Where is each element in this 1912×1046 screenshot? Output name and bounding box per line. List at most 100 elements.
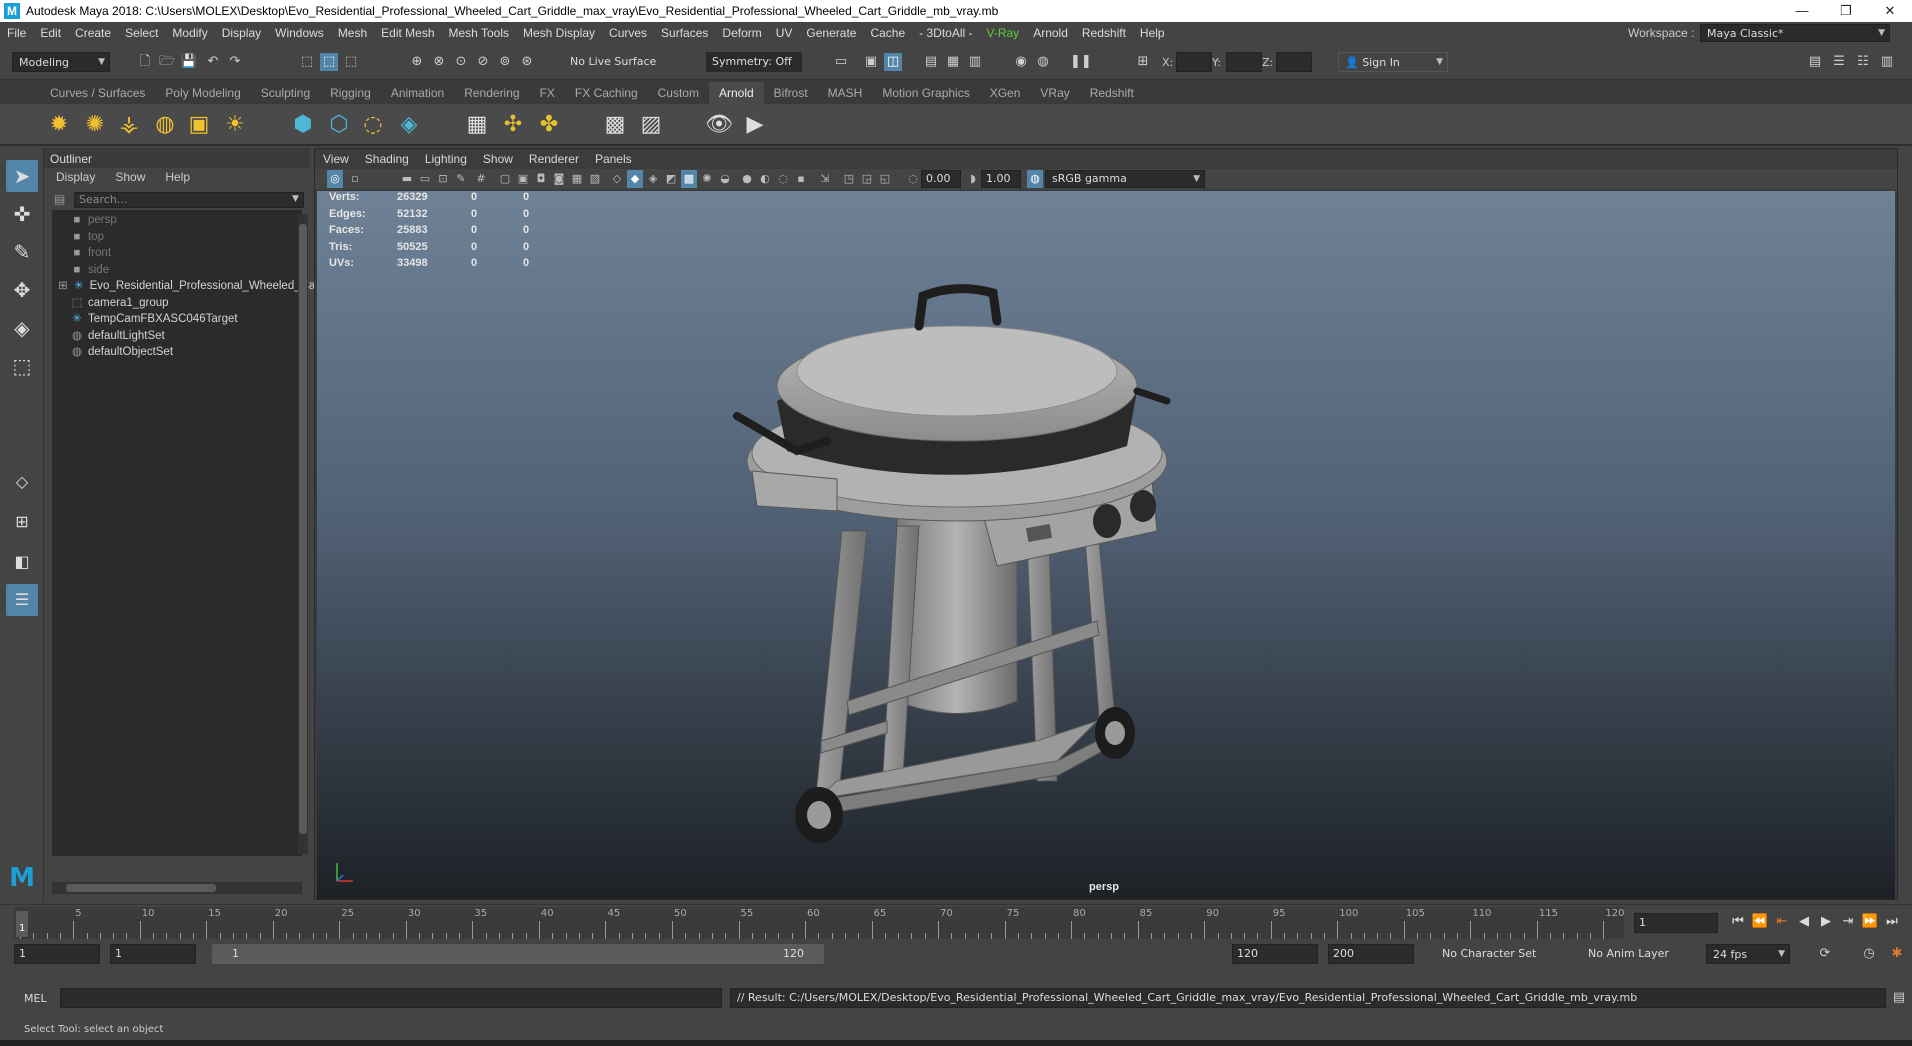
render-view-icon[interactable]: ▣ bbox=[862, 53, 880, 71]
menu-surfaces[interactable]: Surfaces bbox=[654, 26, 715, 40]
move-tool-icon[interactable]: ✥ bbox=[6, 274, 38, 306]
standin-icon[interactable]: ⬢ bbox=[288, 110, 318, 140]
sign-in-button[interactable]: 👤 Sign In ▼ bbox=[1338, 52, 1448, 72]
grid-icon[interactable]: # bbox=[473, 170, 489, 188]
scene-start-field[interactable]: 1 bbox=[14, 944, 100, 964]
viewport-menu-shading[interactable]: Shading bbox=[357, 152, 417, 166]
go-to-start-icon[interactable]: ⏮ bbox=[1728, 913, 1748, 931]
menu-redshift[interactable]: Redshift bbox=[1075, 26, 1133, 40]
scale-tool-icon[interactable]: ⬚ bbox=[6, 350, 38, 382]
menu-generate[interactable]: Generate bbox=[799, 26, 863, 40]
tool-settings-icon[interactable]: ☷ bbox=[1854, 53, 1872, 71]
shadows-icon[interactable]: ✺ bbox=[699, 170, 715, 188]
menu-modify[interactable]: Modify bbox=[165, 26, 214, 40]
mesh-light-icon[interactable]: ✺ bbox=[80, 110, 110, 140]
snap-grid-icon[interactable]: ⊕ bbox=[408, 53, 426, 71]
redo-icon[interactable]: ↷ bbox=[226, 53, 244, 71]
ipr-icon[interactable]: ▥ bbox=[966, 53, 984, 71]
flush-texture-icon[interactable]: ▦ bbox=[462, 110, 492, 140]
shelf-tab-rigging[interactable]: Rigging bbox=[320, 82, 381, 104]
shelf-tab-arnold[interactable]: Arnold bbox=[708, 82, 764, 104]
bookmark-icon[interactable]: ▬ bbox=[399, 170, 415, 188]
exposure-field[interactable]: 0.00 bbox=[921, 170, 961, 188]
gamma-icon[interactable]: ◗ bbox=[965, 170, 981, 188]
resolution-gate-icon[interactable]: ▣ bbox=[515, 170, 531, 188]
channel-box-icon[interactable]: ▥ bbox=[1878, 53, 1896, 71]
history-icon[interactable]: ▭ bbox=[832, 53, 850, 71]
outliner-filter-icon[interactable]: ▤ bbox=[54, 192, 65, 206]
arnold-render-icon[interactable]: ◉ bbox=[1012, 53, 1030, 71]
shelf-tab-poly-modeling[interactable]: Poly Modeling bbox=[155, 82, 250, 104]
save-scene-icon[interactable]: 💾 bbox=[180, 53, 198, 71]
snap-center-icon[interactable]: ⊛ bbox=[518, 53, 536, 71]
shelf-tab-fx-caching[interactable]: FX Caching bbox=[565, 82, 648, 104]
menu-curves[interactable]: Curves bbox=[602, 26, 654, 40]
shelf-tab-vray[interactable]: VRay bbox=[1030, 82, 1079, 104]
gamma-field[interactable]: 1.00 bbox=[981, 170, 1021, 188]
close-button[interactable]: ✕ bbox=[1868, 0, 1912, 22]
xray-icon[interactable]: ⇲ bbox=[817, 170, 833, 188]
playback-start-field[interactable]: 1 bbox=[110, 944, 196, 964]
auto-key-icon[interactable]: ◷ bbox=[1860, 945, 1878, 963]
step-forward-key-icon[interactable]: ⏩ bbox=[1860, 913, 1880, 931]
select-hierarchy-icon[interactable]: ⬚ bbox=[298, 53, 316, 71]
outliner-vscroll-thumb[interactable] bbox=[299, 224, 307, 834]
playback-end-field[interactable]: 120 bbox=[1232, 944, 1318, 964]
outliner-hscrollbar[interactable] bbox=[52, 882, 302, 894]
shelf-tab-sculpting[interactable]: Sculpting bbox=[251, 82, 320, 104]
rotate-tool-icon[interactable]: ◈ bbox=[6, 312, 38, 344]
xray-components-icon[interactable]: ◲ bbox=[859, 170, 875, 188]
menu-display[interactable]: Display bbox=[215, 26, 268, 40]
chevron-down-icon[interactable]: ▼ bbox=[292, 194, 299, 204]
time-slider-track[interactable]: 5 10 15 20 25 30 35 40 45 50 55 60 65 70 75 80 85 90 95 100… bbox=[14, 907, 1624, 939]
step-back-key-icon[interactable]: ⏪ bbox=[1750, 913, 1770, 931]
griddle-model[interactable] bbox=[697, 221, 1197, 871]
snap-curve-icon[interactable]: ⊗ bbox=[430, 53, 448, 71]
y-field[interactable] bbox=[1226, 52, 1262, 72]
menu-mesh[interactable]: Mesh bbox=[331, 26, 374, 40]
play-backwards-icon[interactable]: ◀ bbox=[1794, 913, 1814, 931]
x-field[interactable] bbox=[1176, 52, 1212, 72]
menu-edit[interactable]: Edit bbox=[33, 26, 68, 40]
script-editor-icon[interactable]: ▤ bbox=[1890, 989, 1908, 1007]
fps-dropdown[interactable]: 24 fps ▼ bbox=[1706, 944, 1790, 964]
viewport-menu-panels[interactable]: Panels bbox=[587, 152, 640, 166]
outliner-menu-show[interactable]: Show bbox=[103, 170, 153, 188]
grease-pencil-icon[interactable]: ✎ bbox=[453, 170, 469, 188]
play-forwards-icon[interactable]: ▶ bbox=[1816, 913, 1836, 931]
attribute-editor-icon[interactable]: ☰ bbox=[1830, 53, 1848, 71]
wireframe-icon[interactable]: ◇ bbox=[609, 170, 625, 188]
snap-point-icon[interactable]: ⊙ bbox=[452, 53, 470, 71]
menu-v-ray[interactable]: V-Ray bbox=[980, 26, 1027, 40]
render-selection-icon[interactable]: ◈ bbox=[394, 110, 424, 140]
lasso-tool-icon[interactable]: ✜ bbox=[6, 198, 38, 230]
2d-pan-icon[interactable]: ⊡ bbox=[435, 170, 451, 188]
textured-icon[interactable]: ◩ bbox=[663, 170, 679, 188]
workspace-dropdown[interactable]: Maya Classic* ▼ bbox=[1700, 24, 1890, 42]
isolate-select-icon[interactable]: ▪ bbox=[793, 170, 809, 188]
select-object-icon[interactable]: ⬚ bbox=[320, 53, 338, 71]
maximize-button[interactable]: ❐ bbox=[1824, 0, 1868, 22]
backface-icon[interactable]: ◱ bbox=[877, 170, 893, 188]
render-view-eye-icon[interactable]: 👁 bbox=[704, 110, 734, 140]
shelf-tab-curves-surfaces[interactable]: Curves / Surfaces bbox=[40, 82, 155, 104]
menu-mesh-display[interactable]: Mesh Display bbox=[516, 26, 602, 40]
snap-view-icon[interactable]: ⊘ bbox=[474, 53, 492, 71]
camera-attributes-icon[interactable]: ▫ bbox=[347, 170, 363, 188]
shelf-tab-redshift[interactable]: Redshift bbox=[1080, 82, 1144, 104]
use-all-lights-icon[interactable]: ▩ bbox=[681, 170, 697, 188]
outliner-search-input[interactable]: Search... bbox=[74, 192, 304, 208]
script-language-label[interactable]: MEL bbox=[24, 992, 47, 1005]
snap-surface-icon[interactable]: ⊚ bbox=[496, 53, 514, 71]
modeling-toolkit-icon[interactable]: ▤ bbox=[1806, 53, 1824, 71]
undo-icon[interactable]: ↶ bbox=[204, 53, 222, 71]
license-icon[interactable]: ▩ bbox=[600, 110, 630, 140]
curve-collector-icon[interactable]: ◌ bbox=[358, 110, 388, 140]
xray-joints-icon[interactable]: ◳ bbox=[841, 170, 857, 188]
menu-mesh-tools[interactable]: Mesh Tools bbox=[442, 26, 516, 40]
play-render-icon[interactable]: ▶ bbox=[740, 110, 770, 140]
viewport-menu-lighting[interactable]: Lighting bbox=[417, 152, 475, 166]
scene-end-field[interactable]: 200 bbox=[1328, 944, 1414, 964]
step-forward-frame-icon[interactable]: ⇥ bbox=[1838, 913, 1858, 931]
paint-select-tool-icon[interactable]: ✎ bbox=[6, 236, 38, 268]
